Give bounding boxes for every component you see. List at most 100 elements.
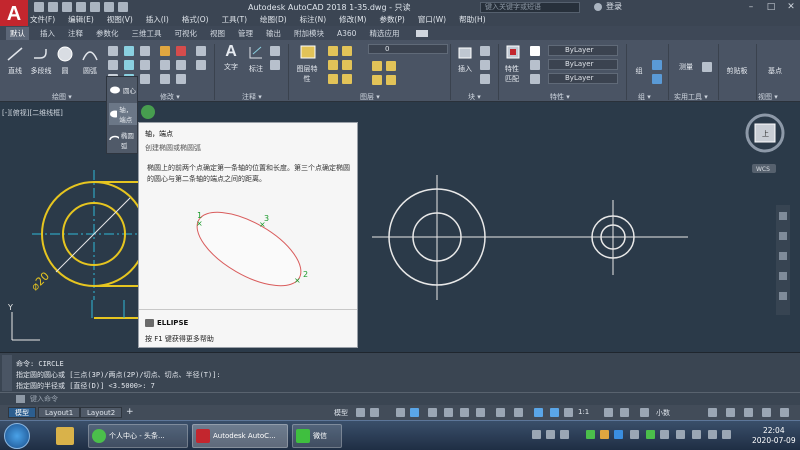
layer-state-icon[interactable] xyxy=(328,46,338,56)
command-input[interactable]: 键入命令 xyxy=(0,392,800,405)
hatch-icon[interactable] xyxy=(108,60,118,70)
tray-app-icon-5[interactable] xyxy=(676,430,685,439)
network-icon[interactable] xyxy=(708,430,717,439)
input-method-icon[interactable] xyxy=(546,430,555,439)
move-icon[interactable] xyxy=(124,46,134,56)
menu-format[interactable]: 格式(O) xyxy=(182,14,209,26)
tab-home[interactable]: 默认 xyxy=(6,26,29,40)
modify-extra-icon[interactable] xyxy=(196,46,206,56)
copy-icon[interactable] xyxy=(124,60,134,70)
new-file-icon[interactable] xyxy=(34,2,44,12)
units-value[interactable]: 小数 xyxy=(656,408,670,418)
tab-view[interactable]: 视图 xyxy=(208,28,227,39)
panel-label-modify[interactable]: 修改 ▾ xyxy=(160,92,180,102)
add-layout-button[interactable]: + xyxy=(126,407,134,417)
measure-button[interactable]: 测量 xyxy=(672,62,700,72)
navigation-bar[interactable] xyxy=(776,205,790,315)
open-file-icon[interactable] xyxy=(48,2,58,12)
rectangle-icon[interactable] xyxy=(108,46,118,56)
save-icon[interactable] xyxy=(62,2,72,12)
polar-icon[interactable] xyxy=(410,408,419,417)
group-button[interactable]: 组 xyxy=(630,66,648,76)
annotation-monitor-icon[interactable] xyxy=(620,408,629,417)
offset-icon[interactable] xyxy=(176,74,186,84)
annotation-visibility-icon[interactable] xyxy=(550,408,559,417)
panel-label-draw[interactable]: 绘图 ▾ xyxy=(52,92,72,102)
match-properties-button[interactable]: 特性匹配 xyxy=(502,44,524,84)
tab-model[interactable]: 模型 xyxy=(8,407,36,418)
linetype-icon[interactable] xyxy=(530,60,540,70)
grid-icon[interactable] xyxy=(356,408,365,417)
dropdown-item-elliptical-arc[interactable]: 椭圆弧 xyxy=(109,129,137,151)
lineweight-toggle-icon[interactable] xyxy=(476,408,485,417)
isodraft-icon[interactable] xyxy=(428,408,437,417)
osnap-icon[interactable] xyxy=(444,408,453,417)
command-menu-icon[interactable] xyxy=(16,395,25,403)
layer-tool-icon[interactable] xyxy=(372,61,382,71)
insert-block-button[interactable]: 插入 xyxy=(454,44,476,74)
ribbon-toggle-icon[interactable] xyxy=(416,29,429,37)
layer-tool-icon-3[interactable] xyxy=(372,75,382,85)
annotation-scale-value[interactable]: 1:1 xyxy=(578,408,589,416)
tab-output[interactable]: 输出 xyxy=(264,28,283,39)
annotation-scale-icon[interactable] xyxy=(534,408,543,417)
circle-tool-button[interactable]: 圆 xyxy=(56,46,74,76)
tab-manage[interactable]: 管理 xyxy=(236,28,255,39)
color-swatch-icon[interactable] xyxy=(530,46,540,56)
taskbar-item-browser[interactable]: 个人中心 - 头条... xyxy=(88,424,188,448)
leader-icon[interactable] xyxy=(270,46,280,56)
mirror-icon[interactable] xyxy=(140,60,150,70)
tray-app-icon-6[interactable] xyxy=(692,430,701,439)
line-tool-button[interactable]: 直线 xyxy=(4,46,26,76)
viewport-controls[interactable]: [-][俯视][二维线框] xyxy=(2,108,63,118)
panel-label-utilities[interactable]: 实用工具 ▾ xyxy=(674,92,708,102)
trim-icon[interactable] xyxy=(160,46,170,56)
lineweight-icon[interactable] xyxy=(530,74,540,84)
menu-dimension[interactable]: 标注(N) xyxy=(300,14,326,26)
linetype-dropdown[interactable]: ByLayer xyxy=(548,59,618,70)
isolate-objects-icon[interactable] xyxy=(744,408,753,417)
menu-edit[interactable]: 编辑(E) xyxy=(68,14,94,26)
selection-cycling-icon[interactable] xyxy=(514,408,523,417)
plot-icon[interactable] xyxy=(90,2,100,12)
edit-block-icon[interactable] xyxy=(480,60,490,70)
menu-parametric[interactable]: 参数(P) xyxy=(379,14,404,26)
volume-icon[interactable] xyxy=(722,430,731,439)
group-edit-icon[interactable] xyxy=(652,60,662,70)
maximize-icon[interactable]: □ xyxy=(762,0,780,14)
menu-file[interactable]: 文件(F) xyxy=(30,14,55,26)
search-input[interactable]: 键入关键字或短语 xyxy=(480,2,580,13)
erase-icon[interactable] xyxy=(176,46,186,56)
wechat-tray-icon[interactable] xyxy=(646,430,655,439)
layer-dropdown[interactable]: 0 xyxy=(368,44,448,54)
menu-modify[interactable]: 修改(M) xyxy=(339,14,366,26)
tab-a360[interactable]: A360 xyxy=(335,29,358,38)
utility-icon[interactable] xyxy=(702,62,712,72)
tab-insert[interactable]: 插入 xyxy=(38,28,57,39)
tab-layout1[interactable]: Layout1 xyxy=(38,407,81,418)
language-icon[interactable] xyxy=(532,430,541,439)
keyboard-icon[interactable] xyxy=(560,430,569,439)
quick-properties-icon[interactable] xyxy=(708,408,717,417)
menu-view[interactable]: 视图(V) xyxy=(107,14,133,26)
tab-3d-tools[interactable]: 三维工具 xyxy=(130,28,164,39)
layer-iso-icon[interactable] xyxy=(328,74,338,84)
tray-app-icon-2[interactable] xyxy=(614,430,623,439)
tab-addins[interactable]: 附加模块 xyxy=(292,28,326,39)
units-icon[interactable] xyxy=(640,408,649,417)
save-as-icon[interactable] xyxy=(76,2,86,12)
close-icon[interactable]: ✕ xyxy=(782,0,800,14)
workspace-icon[interactable] xyxy=(604,408,613,417)
tab-annotate[interactable]: 注释 xyxy=(66,28,85,39)
panel-label-layers[interactable]: 图层 ▾ xyxy=(360,92,380,102)
menu-draw[interactable]: 绘图(D) xyxy=(260,14,287,26)
transparency-icon[interactable] xyxy=(496,408,505,417)
explode-icon[interactable] xyxy=(176,60,186,70)
tab-layout2[interactable]: Layout2 xyxy=(80,407,123,418)
menu-insert[interactable]: 插入(I) xyxy=(146,14,169,26)
table-icon[interactable] xyxy=(270,60,280,70)
panel-label-annotation[interactable]: 注释 ▾ xyxy=(242,92,262,102)
base-point-button[interactable]: 基点 xyxy=(760,66,790,76)
ungroup-icon[interactable] xyxy=(652,74,662,84)
dropdown-item-center[interactable]: 圆心 xyxy=(109,79,137,101)
